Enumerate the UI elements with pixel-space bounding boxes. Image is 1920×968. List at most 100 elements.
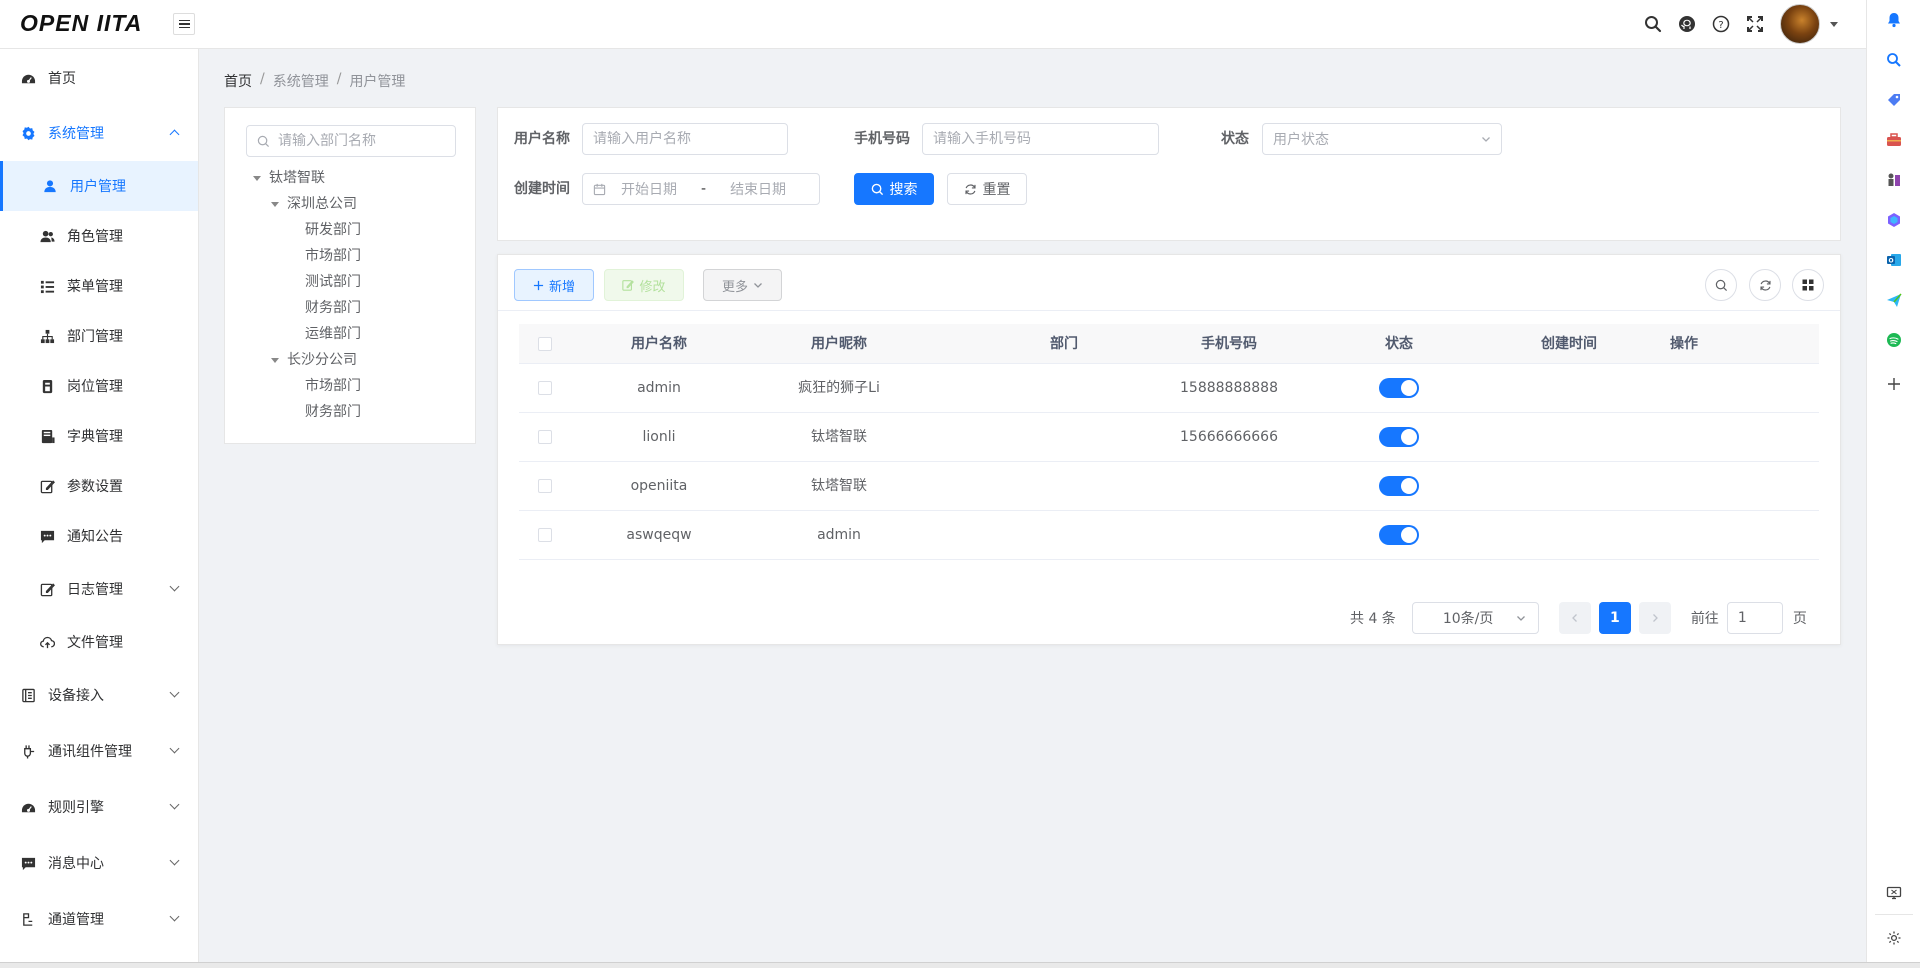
row-checkbox[interactable] — [538, 528, 552, 542]
sidebar-item-users[interactable]: 用户管理 — [0, 161, 198, 211]
tree-node[interactable]: 市场部门 — [305, 375, 361, 397]
row-checkbox[interactable] — [538, 479, 552, 493]
tree-node[interactable]: 财务部门 — [305, 401, 361, 423]
tree-node[interactable]: 长沙分公司 — [271, 349, 357, 371]
col-header-created[interactable]: 创建时间 — [1489, 324, 1649, 364]
edit-user-button[interactable]: 修改 — [604, 269, 684, 301]
status-switch[interactable] — [1379, 378, 1419, 398]
copilot-icon[interactable] — [1883, 209, 1905, 231]
help-icon[interactable]: ? — [1704, 7, 1738, 41]
dept-search-input[interactable] — [278, 133, 448, 149]
username-label: 用户名称 — [514, 131, 570, 147]
tree-node[interactable]: 深圳总公司 — [271, 193, 357, 215]
tag-icon[interactable] — [1883, 89, 1905, 111]
prev-page-button[interactable] — [1558, 602, 1591, 634]
sidebar-item-notices[interactable]: 通知公告 — [0, 511, 198, 561]
col-header-dept[interactable]: 部门 — [1009, 324, 1119, 364]
refresh-table-button[interactable] — [1749, 269, 1781, 301]
chevron-down-icon — [754, 283, 762, 288]
cell-ops — [1649, 511, 1719, 559]
cell-dept — [1009, 511, 1119, 559]
chevron-left-icon — [1571, 614, 1577, 622]
spotify-icon[interactable] — [1883, 329, 1905, 351]
status-switch[interactable] — [1379, 525, 1419, 545]
sidebar-item-files[interactable]: 文件管理 — [0, 617, 198, 667]
sidebar-item-channels[interactable]: 通道管理 — [0, 894, 198, 944]
fullscreen-icon[interactable] — [1738, 7, 1772, 41]
more-actions-dropdown[interactable]: 更多 — [703, 269, 782, 301]
column-settings-button[interactable] — [1792, 269, 1824, 301]
search-icon[interactable] — [1883, 49, 1905, 71]
caret-down-icon[interactable] — [1830, 21, 1838, 27]
cell-dept — [1009, 413, 1119, 461]
sidebar-item-dicts[interactable]: 字典管理 — [0, 411, 198, 461]
phone-input[interactable] — [933, 131, 1148, 147]
col-header-status[interactable]: 状态 — [1339, 324, 1459, 364]
send-icon[interactable] — [1883, 289, 1905, 311]
status-switch[interactable] — [1379, 427, 1419, 447]
search-icon[interactable] — [1636, 7, 1670, 41]
col-header-username[interactable]: 用户名称 — [599, 324, 719, 364]
col-header-phone[interactable]: 手机号码 — [1149, 324, 1309, 364]
tree-node[interactable]: 钛塔智联 — [253, 167, 325, 189]
tree-node-label: 长沙分公司 — [287, 352, 357, 368]
status-label: 状态 — [1221, 131, 1249, 147]
breadcrumb-home[interactable]: 首页 — [224, 71, 252, 91]
page-size-select[interactable]: 10条/页 — [1411, 602, 1539, 634]
caret-down-icon[interactable] — [271, 357, 279, 363]
screen-capture-icon[interactable] — [1883, 882, 1905, 904]
row-checkbox[interactable] — [538, 381, 552, 395]
cell-created — [1489, 462, 1649, 510]
sidebar-item-system[interactable]: 系统管理 — [0, 108, 198, 158]
plus-icon[interactable] — [1883, 373, 1905, 395]
toolbox-icon[interactable] — [1883, 129, 1905, 151]
sidebar-item-comm[interactable]: 通讯组件管理 — [0, 726, 198, 776]
date-range-picker[interactable]: 开始日期 - 结束日期 — [582, 173, 820, 205]
tree-node[interactable]: 测试部门 — [305, 271, 361, 293]
row-checkbox[interactable] — [538, 430, 552, 444]
sidebar-item-logs[interactable]: 日志管理 — [0, 564, 198, 614]
username-input[interactable] — [593, 131, 777, 147]
table-row[interactable]: aswqeqw admin — [519, 511, 1819, 560]
add-user-button[interactable]: 新增 — [514, 269, 594, 301]
sidebar-item-home[interactable]: 首页 — [0, 53, 198, 103]
outlook-icon[interactable]: O — [1883, 249, 1905, 271]
sidebar-item-roles[interactable]: 角色管理 — [0, 211, 198, 261]
github-icon[interactable] — [1670, 7, 1704, 41]
chess-icon[interactable] — [1883, 169, 1905, 191]
user-avatar[interactable] — [1780, 4, 1820, 44]
tree-node[interactable]: 财务部门 — [305, 297, 361, 319]
sidebar-item-params[interactable]: 参数设置 — [0, 461, 198, 511]
table-row[interactable]: admin 疯狂的狮子Li 15888888888 — [519, 364, 1819, 413]
sidebar-item-rules[interactable]: 规则引擎 — [0, 782, 198, 832]
caret-down-icon[interactable] — [271, 201, 279, 207]
reset-button[interactable]: 重置 — [947, 173, 1027, 205]
cell-username: aswqeqw — [626, 527, 692, 543]
settings-gear-icon[interactable] — [1883, 927, 1905, 949]
sidebar-item-depts[interactable]: 部门管理 — [0, 311, 198, 361]
next-page-button[interactable] — [1638, 602, 1671, 634]
select-all-checkbox[interactable] — [538, 337, 552, 351]
status-switch[interactable] — [1379, 476, 1419, 496]
tree-node[interactable]: 运维部门 — [305, 323, 361, 345]
sidebar-item-posts[interactable]: 岗位管理 — [0, 361, 198, 411]
header-actions: ? — [1636, 0, 1866, 48]
toggle-search-button[interactable] — [1705, 269, 1737, 301]
table-row[interactable]: openiita 钛塔智联 — [519, 462, 1819, 511]
search-button[interactable]: 搜索 — [854, 173, 934, 205]
sidebar-item-messages[interactable]: 消息中心 — [0, 838, 198, 888]
status-select[interactable]: 用户状态 — [1262, 123, 1502, 155]
sidebar-item-menus[interactable]: 菜单管理 — [0, 261, 198, 311]
tree-node[interactable]: 研发部门 — [305, 219, 361, 241]
chevron-down-icon — [169, 799, 180, 810]
caret-down-icon[interactable] — [253, 175, 261, 181]
sidebar-item-devices[interactable]: 设备接入 — [0, 670, 198, 720]
page-1-button[interactable]: 1 — [1598, 602, 1631, 634]
goto-page-input[interactable] — [1737, 610, 1772, 626]
collapse-menu-button[interactable] — [173, 13, 195, 35]
col-header-nickname[interactable]: 用户昵称 — [749, 324, 929, 364]
bell-icon[interactable] — [1883, 9, 1905, 31]
table-row[interactable]: lionli 钛塔智联 15666666666 — [519, 413, 1819, 462]
tree-node[interactable]: 市场部门 — [305, 245, 361, 267]
app-logo[interactable]: OPEN IITA — [20, 10, 142, 37]
